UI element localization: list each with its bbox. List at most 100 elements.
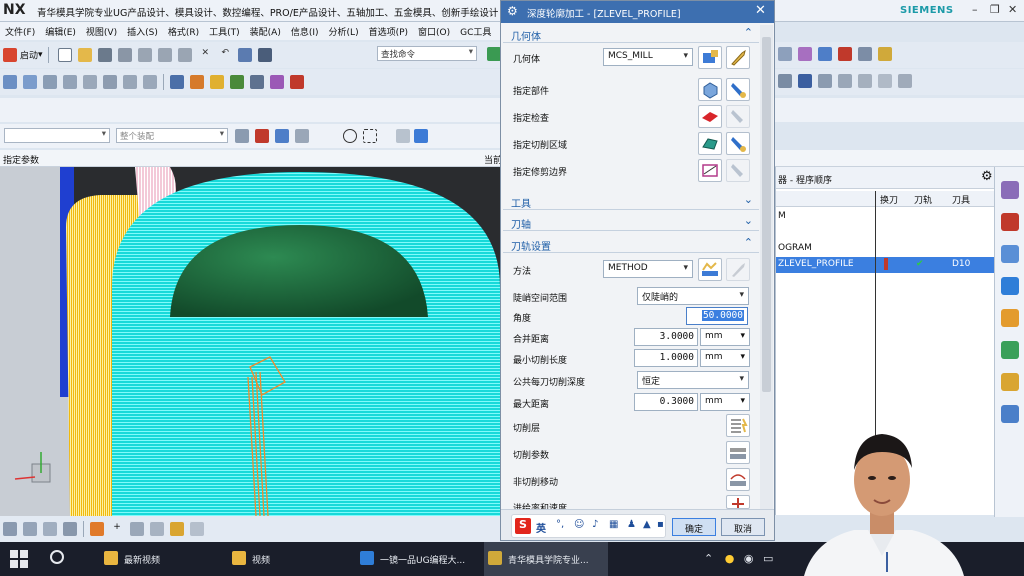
- reuse-library-icon[interactable]: [1001, 341, 1019, 359]
- scope-filter[interactable]: 整个装配: [116, 128, 228, 143]
- tool-path-icon[interactable]: [778, 74, 792, 88]
- feeds-icon[interactable]: [726, 495, 750, 509]
- close-icon[interactable]: ✕: [1008, 3, 1017, 16]
- method-select[interactable]: METHOD: [603, 260, 693, 278]
- task-browser[interactable]: 一镜一品UG编程大...: [356, 542, 478, 576]
- cut-levels-icon[interactable]: [726, 414, 750, 437]
- history-icon[interactable]: [1001, 405, 1019, 423]
- circle-select-icon[interactable]: [343, 129, 357, 143]
- menu-window[interactable]: 窗口(O): [413, 22, 455, 38]
- gear-icon[interactable]: ⚙: [981, 169, 993, 184]
- keyboard-icon[interactable]: ▦: [609, 519, 618, 530]
- machine-nav-icon[interactable]: [1001, 309, 1019, 327]
- max-distance-input[interactable]: 0.3000: [634, 393, 698, 411]
- selection-icon[interactable]: [858, 74, 872, 88]
- delete-icon[interactable]: ✕: [198, 48, 212, 62]
- menu-file[interactable]: 文件(F): [0, 22, 40, 38]
- copy-icon[interactable]: [158, 48, 173, 62]
- postprocess-icon[interactable]: [230, 75, 244, 89]
- steep-select[interactable]: 仅陡峭的: [637, 287, 749, 305]
- create-method-icon[interactable]: [63, 75, 77, 89]
- display-trim-icon[interactable]: [726, 159, 750, 182]
- user-icon[interactable]: ♟: [627, 519, 636, 530]
- filter-icon[interactable]: [878, 74, 892, 88]
- select-part-icon[interactable]: [698, 78, 722, 101]
- task-nx[interactable]: 青华模具学院专业...: [484, 542, 608, 576]
- create-program-icon[interactable]: [3, 75, 17, 89]
- display-part-icon[interactable]: [726, 78, 750, 101]
- display-check-icon[interactable]: [726, 105, 750, 128]
- cut-icon[interactable]: [138, 48, 153, 62]
- dimension-icon[interactable]: [878, 47, 892, 61]
- search-input[interactable]: 查找命令: [377, 46, 477, 61]
- create-geometry-icon[interactable]: [43, 75, 57, 89]
- save-all-icon[interactable]: [118, 48, 133, 62]
- group-icon[interactable]: [63, 522, 77, 536]
- output-icon[interactable]: [270, 75, 284, 89]
- menu-analysis[interactable]: 分析(L): [324, 22, 364, 38]
- edit-geometry-icon[interactable]: [726, 46, 750, 69]
- link-icon[interactable]: [295, 129, 309, 143]
- paste-object-icon[interactable]: [143, 75, 157, 89]
- shop-doc-icon[interactable]: [250, 75, 264, 89]
- menu-preferences[interactable]: 首选项(P): [364, 22, 413, 38]
- record-icon[interactable]: ◉: [744, 552, 754, 565]
- section-axis[interactable]: 刀轴 ⌄: [503, 213, 759, 231]
- new-geometry-icon[interactable]: [698, 46, 722, 69]
- col-path[interactable]: 刀轨: [914, 193, 932, 206]
- fit-icon[interactable]: [150, 522, 164, 536]
- select-check-icon[interactable]: [698, 105, 722, 128]
- menu-assembly[interactable]: 装配(A): [245, 22, 286, 38]
- section-geometry[interactable]: 几何体 ⌃: [503, 25, 759, 43]
- curve-rule-icon[interactable]: [275, 129, 289, 143]
- create-operation-icon[interactable]: [83, 75, 97, 89]
- cube-icon[interactable]: [414, 129, 428, 143]
- section-path-settings[interactable]: 刀轨设置 ⌃: [503, 235, 759, 253]
- cancel-button[interactable]: 取消: [721, 518, 765, 536]
- close-icon[interactable]: ✕: [755, 3, 766, 18]
- assembly-nav-icon[interactable]: [1001, 181, 1019, 199]
- generate-icon[interactable]: [170, 75, 184, 89]
- constraint-nav-icon[interactable]: [1001, 213, 1019, 231]
- ime-mode[interactable]: 英: [536, 520, 546, 535]
- paste-icon[interactable]: [178, 48, 193, 62]
- merge-distance-input[interactable]: 3.0000: [634, 328, 698, 346]
- replay-icon[interactable]: [190, 75, 204, 89]
- feature-icon[interactable]: [798, 47, 812, 61]
- render-style-icon[interactable]: [90, 522, 104, 536]
- merge-unit-select[interactable]: mm: [700, 328, 750, 346]
- layout-icon[interactable]: [898, 74, 912, 88]
- max-distance-unit-select[interactable]: mm: [700, 393, 750, 411]
- rect-select-icon[interactable]: [363, 129, 377, 143]
- depth-select[interactable]: 恒定: [637, 371, 749, 389]
- part-nav-icon[interactable]: [1001, 245, 1019, 263]
- part-nav-icon[interactable]: [838, 74, 852, 88]
- operation-nav-icon[interactable]: [1001, 277, 1019, 295]
- non-cut-icon[interactable]: [726, 468, 750, 491]
- geometry-select[interactable]: MCS_MILL: [603, 48, 693, 66]
- new-method-icon[interactable]: [698, 258, 722, 281]
- restore-icon[interactable]: ❐: [990, 3, 1000, 16]
- new-icon[interactable]: [58, 48, 73, 62]
- windows-start-icon[interactable]: [10, 550, 28, 568]
- save-icon[interactable]: [98, 48, 113, 62]
- menu-insert[interactable]: 插入(S): [122, 22, 163, 38]
- plus-icon[interactable]: +: [110, 522, 124, 536]
- wireframe-icon[interactable]: [190, 522, 204, 536]
- open-icon[interactable]: [78, 48, 93, 62]
- measure-icon[interactable]: [858, 47, 872, 61]
- roles-icon[interactable]: [1001, 373, 1019, 391]
- settings-icon[interactable]: ⚙: [507, 4, 518, 18]
- analysis-icon[interactable]: [778, 47, 792, 61]
- type-filter[interactable]: [4, 128, 110, 143]
- chevron-up-icon[interactable]: ⌃: [704, 552, 713, 565]
- simulate-icon[interactable]: [290, 75, 304, 89]
- snap-icon[interactable]: [838, 47, 852, 61]
- min-cut-unit-select[interactable]: mm: [700, 349, 750, 367]
- table-row-selected[interactable]: ZLEVEL_PROFILE ✔ D10: [776, 257, 995, 273]
- body-icon[interactable]: [43, 522, 57, 536]
- search-icon[interactable]: [50, 550, 64, 564]
- ok-button[interactable]: 确定: [672, 518, 716, 536]
- display-cut-area-icon[interactable]: [726, 132, 750, 155]
- app-tray-icon[interactable]: ●: [725, 552, 735, 565]
